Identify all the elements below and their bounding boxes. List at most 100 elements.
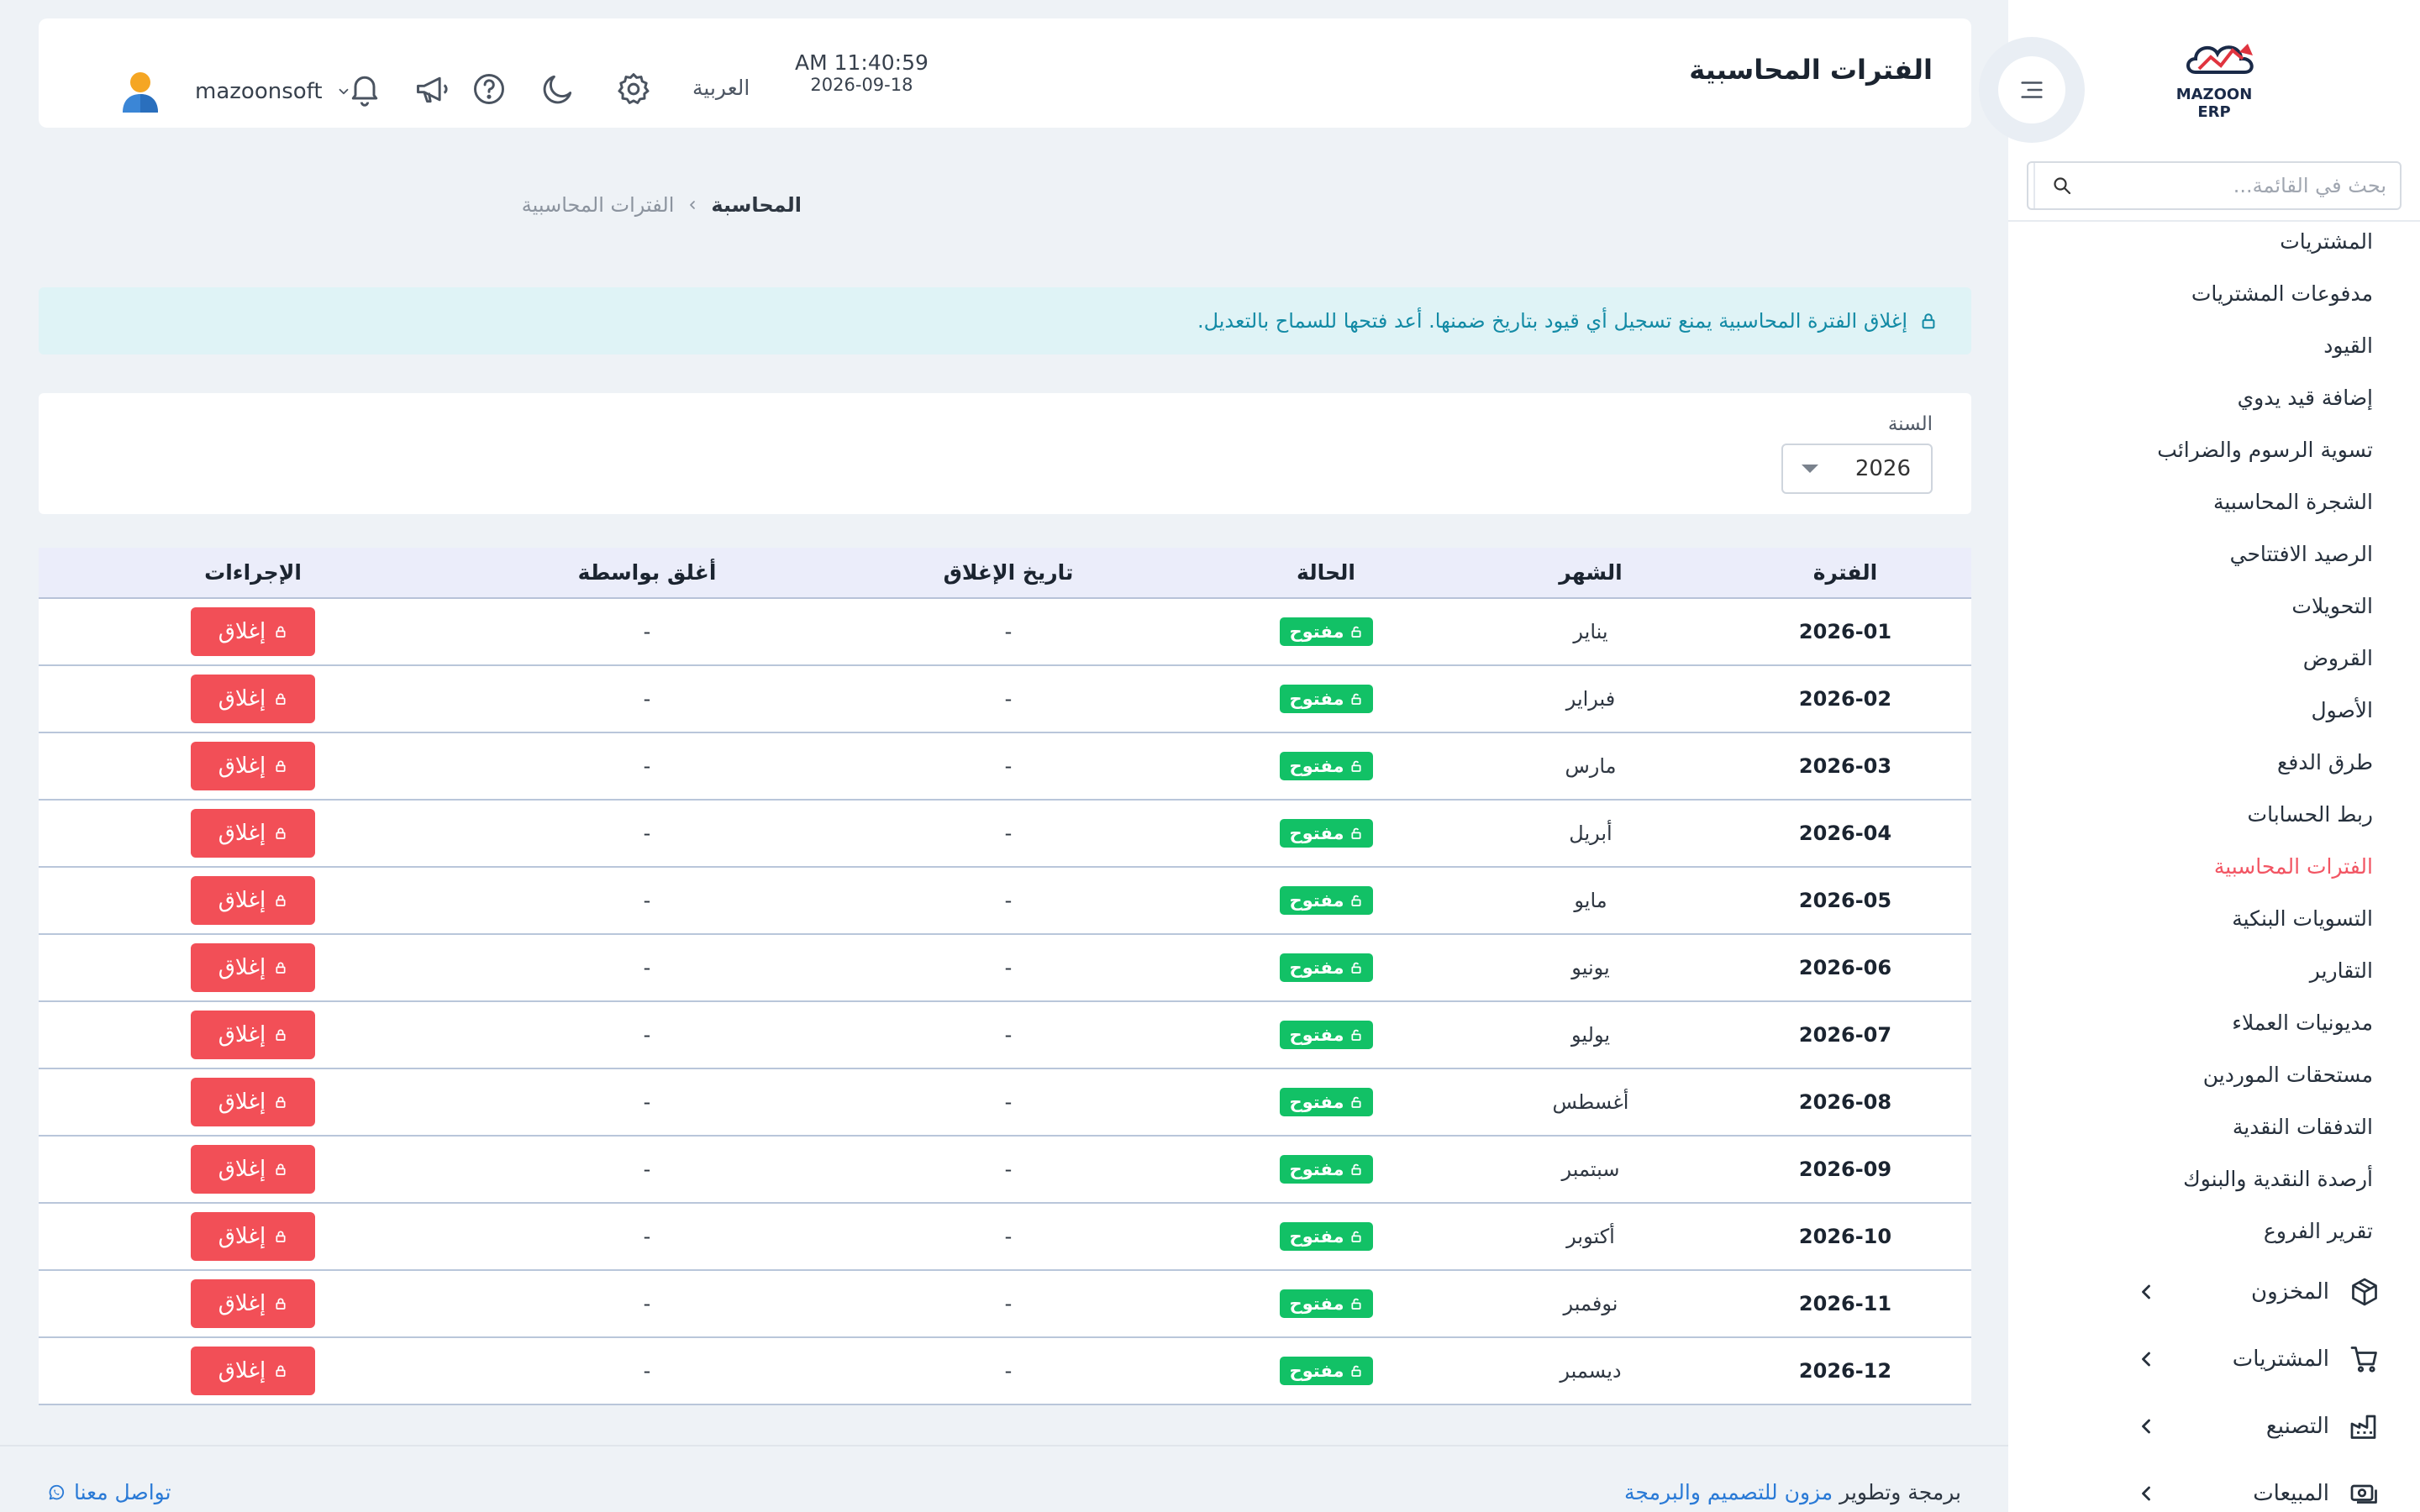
status-badge: مفتوح — [1279, 1222, 1373, 1251]
cell-month: يونيو — [1571, 956, 1610, 979]
close-period-button[interactable]: إغلاق — [191, 1279, 315, 1328]
status-badge-label: مفتوح — [1289, 756, 1344, 776]
factory-icon — [2349, 1411, 2380, 1441]
caret-down-icon — [1802, 465, 1818, 473]
table-row: 2026-02 فبراير مفتوح - - إغلاق — [39, 665, 1971, 732]
year-value: 2026 — [1854, 456, 1911, 481]
close-period-button[interactable]: إغلاق — [191, 1011, 315, 1059]
cell-actions: إغلاق — [39, 800, 467, 867]
unlock-icon — [1349, 759, 1363, 773]
sidebar-group-purchases[interactable]: المشتريات — [2008, 1326, 2420, 1393]
status-badge: مفتوح — [1279, 953, 1373, 982]
cell-period: 2026-03 — [1798, 754, 1892, 778]
close-period-button[interactable]: إغلاق — [191, 943, 315, 992]
close-period-button[interactable]: إغلاق — [191, 675, 315, 723]
year-label: السنة — [1887, 413, 1933, 435]
cell-closed-by: - — [643, 620, 651, 643]
close-button-label: إغلاق — [218, 1358, 266, 1383]
cell-status: مفتوح — [1190, 1068, 1462, 1136]
cell-closed-by: - — [643, 1023, 651, 1047]
sidebar-item-branches-report[interactable]: تقرير الفروع — [2020, 1211, 2373, 1263]
sidebar-group-sales[interactable]: المبيعات — [2008, 1460, 2420, 1512]
close-period-button[interactable]: إغلاق — [191, 809, 315, 858]
cell-month: أبريل — [1569, 822, 1612, 845]
cell-closed-by: - — [643, 889, 651, 912]
close-period-button[interactable]: إغلاق — [191, 1347, 315, 1395]
breadcrumb-root[interactable]: المحاسبة — [711, 193, 802, 217]
bell-icon[interactable] — [346, 71, 383, 108]
unlock-icon — [1349, 625, 1363, 638]
sidebar-item-add-manual-entry[interactable]: إضافة قيد يدوي — [2020, 378, 2373, 430]
sidebar-item-supplier-dues[interactable]: مستحقات الموردين — [2020, 1055, 2373, 1107]
sidebar-search-input[interactable] — [2089, 174, 2400, 197]
logo-graphic-icon — [2186, 44, 2254, 74]
cell-close-date: - — [1004, 1292, 1013, 1315]
sidebar-toggle-button[interactable] — [1979, 37, 2085, 143]
sidebar-group-manufacturing[interactable]: التصنيع — [2008, 1393, 2420, 1460]
close-period-button[interactable]: إغلاق — [191, 607, 315, 656]
cart-icon — [2349, 1344, 2380, 1374]
unlock-icon — [1349, 1364, 1363, 1378]
close-period-button[interactable]: إغلاق — [191, 1145, 315, 1194]
moon-icon[interactable] — [539, 71, 576, 108]
cell-actions: إغلاق — [39, 665, 467, 732]
sidebar-item-opening-balance[interactable]: الرصيد الافتتاحي — [2020, 534, 2373, 586]
sidebar-item-bank-reconciliations[interactable]: التسويات البنكية — [2020, 899, 2373, 951]
user-menu[interactable]: mazoonsoft — [119, 69, 351, 114]
cell-period: 2026-04 — [1798, 822, 1892, 845]
sidebar-item-transfers[interactable]: التحويلات — [2020, 586, 2373, 638]
sidebar-item-cash-bank-balances[interactable]: أرصدة النقدية والبنوك — [2020, 1159, 2373, 1211]
close-button-label: إغلاق — [218, 955, 266, 980]
unlock-icon — [1349, 1297, 1363, 1310]
close-period-button[interactable]: إغلاق — [191, 1212, 315, 1261]
cell-period: 2026-06 — [1798, 956, 1892, 979]
cell-actions: إغلاق — [39, 934, 467, 1001]
contact-us-link[interactable]: تواصل معنا — [47, 1480, 171, 1504]
alert-text: إغلاق الفترة المحاسبية يمنع تسجيل أي قيو… — [1197, 309, 1907, 333]
sidebar-item-accounting-periods[interactable]: الفترات المحاسبية — [2020, 847, 2373, 899]
close-button-label: إغلاق — [218, 1157, 266, 1182]
status-badge: مفتوح — [1279, 1289, 1373, 1318]
lock-icon — [274, 894, 287, 907]
username: mazoonsoft — [195, 79, 323, 104]
help-icon[interactable] — [471, 71, 508, 108]
close-button-label: إغلاق — [218, 686, 266, 711]
sidebar-search[interactable] — [2027, 161, 2402, 210]
periods-table: الفترة الشهر الحالة تاريخ الإغلاق أغلق ب… — [39, 548, 1971, 1405]
sidebar-item-fees-taxes-settlement[interactable]: تسوية الرسوم والضرائب — [2020, 430, 2373, 482]
cell-month: أكتوبر — [1566, 1225, 1615, 1248]
cell-month: فبراير — [1565, 687, 1616, 711]
sidebar-item-account-linking[interactable]: ربط الحسابات — [2020, 795, 2373, 847]
sidebar-group-inventory[interactable]: المخزون — [2008, 1258, 2420, 1326]
cell-status: مفتوح — [1190, 867, 1462, 934]
cell-closed-by: - — [643, 956, 651, 979]
brand-logo[interactable]: MAZOON ERP — [2164, 35, 2265, 121]
megaphone-icon[interactable] — [413, 71, 450, 108]
cell-closed-by: - — [643, 1359, 651, 1383]
sidebar-item-loans[interactable]: القروض — [2020, 638, 2373, 690]
sidebar-item-cash-flows[interactable]: التدفقات النقدية — [2020, 1107, 2373, 1159]
cell-month: سبتمبر — [1561, 1158, 1620, 1181]
search-icon[interactable] — [2033, 163, 2089, 208]
year-select[interactable]: 2026 — [1781, 444, 1933, 494]
sidebar-item-customer-debts[interactable]: مديونيات العملاء — [2020, 1003, 2373, 1055]
sidebar-item-reports[interactable]: التقارير — [2020, 951, 2373, 1003]
footer-credit-link[interactable]: مزون للتصميم والبرمجة — [1624, 1480, 1833, 1504]
close-period-button[interactable]: إغلاق — [191, 742, 315, 790]
sidebar-item-purchases[interactable]: المشتريات — [2020, 222, 2373, 274]
sidebar-item-purchase-payments[interactable]: مدفوعات المشتريات — [2020, 274, 2373, 326]
avatar — [119, 69, 161, 114]
close-button-label: إغلاق — [218, 1022, 266, 1047]
lock-icon — [274, 625, 287, 638]
close-period-button[interactable]: إغلاق — [191, 876, 315, 925]
sidebar-item-journal-entries[interactable]: القيود — [2020, 326, 2373, 378]
status-badge: مفتوح — [1279, 1021, 1373, 1049]
gear-icon[interactable] — [615, 71, 652, 108]
language-switch[interactable]: العربية — [692, 76, 750, 100]
close-period-button[interactable]: إغلاق — [191, 1078, 315, 1126]
sidebar-group-label: المبيعات — [2253, 1481, 2329, 1506]
sidebar-item-payment-methods[interactable]: طرق الدفع — [2020, 743, 2373, 795]
sidebar-item-assets[interactable]: الأصول — [2020, 690, 2373, 743]
sidebar-item-chart-of-accounts[interactable]: الشجرة المحاسبية — [2020, 482, 2373, 534]
status-badge-label: مفتوح — [1289, 1294, 1344, 1314]
